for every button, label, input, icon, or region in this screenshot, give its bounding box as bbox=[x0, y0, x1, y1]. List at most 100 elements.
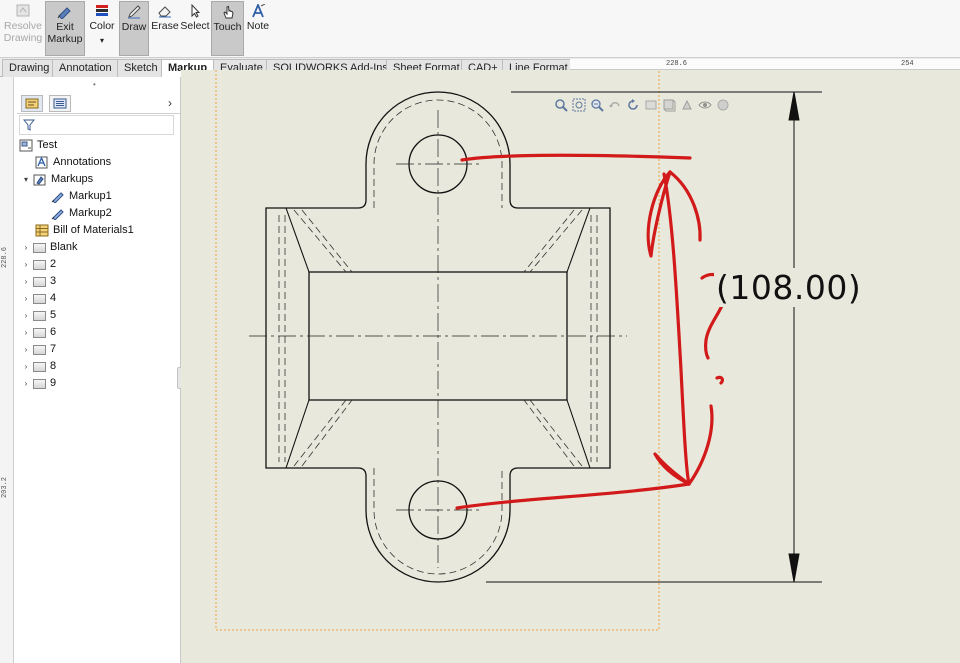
tree-node-label: Bill of Materials1 bbox=[53, 224, 134, 236]
erase-button[interactable]: Erase bbox=[150, 1, 180, 56]
tab-sketch[interactable]: Sketch bbox=[117, 59, 165, 77]
hand-icon bbox=[222, 5, 234, 19]
tree-node-sheet-4[interactable]: › 4 bbox=[21, 290, 56, 306]
property-manager-tab[interactable] bbox=[49, 95, 71, 112]
tree-node-label: Markup1 bbox=[69, 190, 112, 202]
drawing-sheet bbox=[215, 70, 822, 631]
appearance-icon[interactable] bbox=[715, 97, 731, 113]
tree-expander[interactable]: › bbox=[21, 260, 31, 269]
exit-markup-icon bbox=[57, 7, 71, 19]
tree-expander[interactable]: › bbox=[21, 345, 31, 354]
tree-expander[interactable]: › bbox=[21, 243, 31, 252]
resolve-drawing-label-1: Resolve bbox=[4, 20, 42, 32]
markup-ribbon: Resolve Drawing Exit Markup Color ▾ Draw… bbox=[0, 0, 960, 58]
exit-markup-label-2: Markup bbox=[47, 33, 83, 45]
tree-node-annotations[interactable]: Annotations bbox=[35, 154, 111, 170]
feature-manager-tab[interactable] bbox=[21, 95, 43, 112]
note-label: Note bbox=[246, 20, 270, 32]
tree-node-markups[interactable]: ▾ Markups bbox=[21, 171, 93, 187]
draw-button[interactable]: Draw bbox=[119, 1, 149, 56]
tree-node-sheet-3[interactable]: › 3 bbox=[21, 273, 56, 289]
tab-annotation[interactable]: Annotation bbox=[52, 59, 119, 77]
erase-label: Erase bbox=[151, 20, 179, 32]
resolve-drawing-button[interactable]: Resolve Drawing bbox=[2, 1, 44, 56]
view-orientation-icon[interactable] bbox=[661, 97, 677, 113]
panel-expand-arrow[interactable]: › bbox=[168, 96, 172, 110]
markup-icon bbox=[51, 190, 65, 204]
top-ruler-label: 228.6 bbox=[666, 60, 688, 68]
color-dropdown-arrow[interactable]: ▾ bbox=[100, 35, 104, 47]
tree-node-markup2[interactable]: Markup2 bbox=[51, 205, 112, 221]
tree-node-bill-of-materials1[interactable]: Bill of Materials1 bbox=[35, 222, 134, 238]
tree-expander[interactable]: › bbox=[21, 294, 31, 303]
top-ruler: 228.6 254 bbox=[570, 59, 960, 70]
markup-icon bbox=[51, 207, 65, 221]
select-button[interactable]: Select bbox=[180, 1, 210, 56]
sheet-icon bbox=[33, 242, 46, 253]
tree-node-markup1[interactable]: Markup1 bbox=[51, 188, 112, 204]
tree-node-label: Markups bbox=[51, 173, 94, 185]
tree-node-sheet-blank[interactable]: › Blank bbox=[21, 239, 78, 255]
zoom-to-area-icon[interactable] bbox=[571, 97, 587, 113]
note-button[interactable]: Note bbox=[244, 1, 272, 56]
tree-node-label: 9 bbox=[50, 377, 57, 389]
hide-show-icon[interactable] bbox=[697, 97, 713, 113]
tree-node-sheet-9[interactable]: › 9 bbox=[21, 375, 56, 391]
color-swatch-icon bbox=[96, 5, 108, 16]
tree-node-label: 6 bbox=[50, 326, 57, 338]
dimension-value[interactable]: (108.00) bbox=[714, 268, 864, 307]
pencil-icon bbox=[128, 5, 141, 19]
zoom-to-fit-icon[interactable] bbox=[553, 97, 569, 113]
dimension-108 bbox=[486, 91, 822, 583]
drawing-canvas[interactable]: (108.00) bbox=[181, 70, 960, 663]
tree-node-sheet-6[interactable]: › 6 bbox=[21, 324, 56, 340]
sheet-icon bbox=[33, 259, 46, 270]
dimension-value-text: 108.00 bbox=[729, 268, 848, 307]
sheet-icon bbox=[33, 378, 46, 389]
tree-node-label: Test bbox=[37, 139, 58, 151]
resolve-drawing-icon bbox=[16, 4, 30, 17]
redraw-icon[interactable] bbox=[625, 97, 641, 113]
tree-node-label: Annotations bbox=[53, 156, 112, 168]
markups-folder-icon bbox=[33, 173, 47, 186]
bom-icon bbox=[35, 224, 49, 237]
tree-node-label: 2 bbox=[50, 258, 57, 270]
sheet-icon bbox=[33, 344, 46, 355]
tree-node-sheet-5[interactable]: › 5 bbox=[21, 307, 56, 323]
section-view-icon[interactable] bbox=[643, 97, 659, 113]
color-button[interactable]: Color ▾ bbox=[87, 1, 117, 56]
feature-tree-area: • › Test Annotations ▾ Markups Markup1 M… bbox=[17, 77, 180, 663]
tree-expander[interactable]: › bbox=[21, 362, 31, 371]
panel-collapse-dot[interactable]: • bbox=[93, 80, 96, 89]
tree-node-test[interactable]: Test bbox=[19, 137, 57, 153]
heads-up-view-toolbar bbox=[553, 96, 731, 114]
tree-expander[interactable]: › bbox=[21, 328, 31, 337]
filter-icon bbox=[23, 119, 35, 131]
feature-manager-icon bbox=[25, 98, 39, 109]
tree-node-label: Blank bbox=[50, 241, 78, 253]
cursor-icon bbox=[191, 4, 201, 18]
tree-node-sheet-8[interactable]: › 8 bbox=[21, 358, 56, 374]
panel-tabs: › bbox=[17, 94, 180, 114]
zoom-in-out-icon[interactable] bbox=[589, 97, 605, 113]
select-label: Select bbox=[180, 20, 210, 32]
display-style-icon[interactable] bbox=[679, 97, 695, 113]
previous-view-icon[interactable] bbox=[607, 97, 623, 113]
tree-expander[interactable]: › bbox=[21, 379, 31, 388]
tree-node-label: 3 bbox=[50, 275, 57, 287]
tree-node-label: 7 bbox=[50, 343, 57, 355]
solidworks-window: Resolve Drawing Exit Markup Color ▾ Draw… bbox=[0, 0, 960, 663]
sheet-icon bbox=[33, 293, 46, 304]
tree-expander[interactable]: › bbox=[21, 277, 31, 286]
tree-node-sheet-2[interactable]: › 2 bbox=[21, 256, 56, 272]
tree-node-label: Markup2 bbox=[69, 207, 112, 219]
tree-filter[interactable] bbox=[19, 115, 174, 135]
touch-button[interactable]: Touch bbox=[211, 1, 244, 56]
left-ruler-label: 203.2 bbox=[1, 477, 9, 499]
tab-drawing[interactable]: Drawing bbox=[2, 59, 57, 77]
exit-markup-button[interactable]: Exit Markup bbox=[45, 1, 85, 56]
tree-node-sheet-7[interactable]: › 7 bbox=[21, 341, 56, 357]
tree-node-label: 5 bbox=[50, 309, 57, 321]
tree-expander[interactable]: › bbox=[21, 311, 31, 320]
tree-expander-markups[interactable]: ▾ bbox=[21, 175, 31, 184]
